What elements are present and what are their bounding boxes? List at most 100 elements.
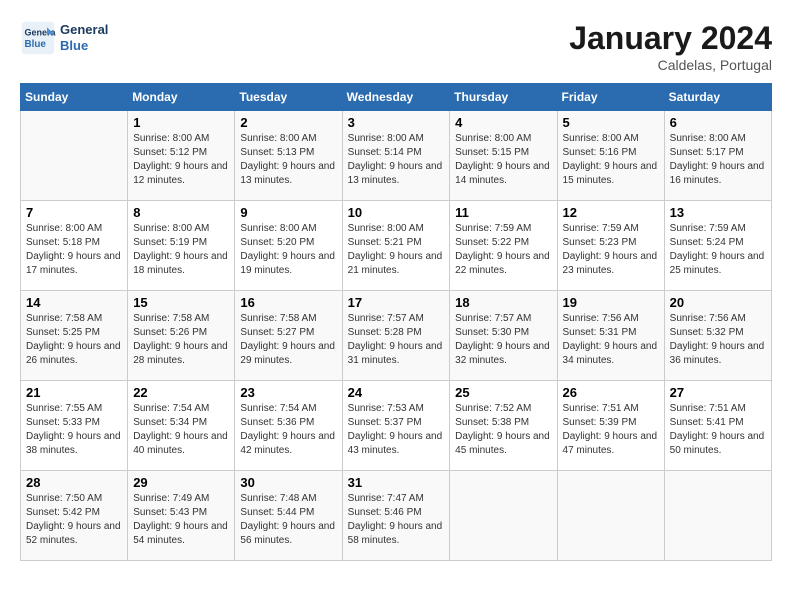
day-info: Sunrise: 7:48 AMSunset: 5:44 PMDaylight:… <box>240 492 336 548</box>
calendar-cell <box>450 471 557 561</box>
calendar-cell: 4 Sunrise: 8:00 AMSunset: 5:15 PMDaylight… <box>450 111 557 201</box>
col-header-monday: Monday <box>128 84 235 111</box>
week-row-5: 28 Sunrise: 7:50 AMSunset: 5:42 PMDayligh… <box>21 471 772 561</box>
col-header-thursday: Thursday <box>450 84 557 111</box>
calendar-cell: 28 Sunrise: 7:50 AMSunset: 5:42 PMDayligh… <box>21 471 128 561</box>
day-info: Sunrise: 7:56 AMSunset: 5:31 PMDaylight:… <box>563 312 659 368</box>
calendar-cell: 29Sunrise: 7:49 AMSunset: 5:43 PMDayligh… <box>128 471 235 561</box>
day-info: Sunrise: 7:51 AMSunset: 5:41 PMDaylight:… <box>670 402 766 458</box>
day-info: Sunrise: 8:00 AMSunset: 5:20 PMDaylight:… <box>240 222 336 278</box>
calendar-cell: 21 Sunrise: 7:55 AMSunset: 5:33 PMDayligh… <box>21 381 128 471</box>
col-header-wednesday: Wednesday <box>342 84 450 111</box>
day-number: 11 <box>455 205 551 220</box>
day-info: Sunrise: 7:59 AMSunset: 5:22 PMDaylight:… <box>455 222 551 278</box>
calendar-cell: 6 Sunrise: 8:00 AMSunset: 5:17 PMDaylight… <box>664 111 771 201</box>
day-number: 4 <box>455 115 551 130</box>
day-info: Sunrise: 7:50 AMSunset: 5:42 PMDaylight:… <box>26 492 122 548</box>
day-number: 22 <box>133 385 229 400</box>
day-number: 18 <box>455 295 551 310</box>
week-row-1: 1 Sunrise: 8:00 AMSunset: 5:12 PMDaylight… <box>21 111 772 201</box>
calendar-cell: 7Sunrise: 8:00 AMSunset: 5:18 PMDaylight… <box>21 201 128 291</box>
page-header: General Blue General Blue January 2024 C… <box>20 20 772 73</box>
calendar-cell: 3 Sunrise: 8:00 AMSunset: 5:14 PMDaylight… <box>342 111 450 201</box>
day-number: 21 <box>26 385 122 400</box>
svg-text:Blue: Blue <box>25 39 47 50</box>
day-number: 14 <box>26 295 122 310</box>
calendar-cell: 19 Sunrise: 7:56 AMSunset: 5:31 PMDayligh… <box>557 291 664 381</box>
day-number: 30 <box>240 475 336 490</box>
calendar-cell: 30 Sunrise: 7:48 AMSunset: 5:44 PMDayligh… <box>235 471 342 561</box>
day-info: Sunrise: 8:00 AMSunset: 5:12 PMDaylight:… <box>133 132 229 188</box>
day-number: 3 <box>348 115 445 130</box>
day-number: 29 <box>133 475 229 490</box>
calendar-table: SundayMondayTuesdayWednesdayThursdayFrid… <box>20 83 772 561</box>
calendar-cell: 22Sunrise: 7:54 AMSunset: 5:34 PMDayligh… <box>128 381 235 471</box>
col-header-saturday: Saturday <box>664 84 771 111</box>
day-number: 9 <box>240 205 336 220</box>
col-header-tuesday: Tuesday <box>235 84 342 111</box>
day-info: Sunrise: 8:00 AMSunset: 5:17 PMDaylight:… <box>670 132 766 188</box>
day-number: 28 <box>26 475 122 490</box>
day-info: Sunrise: 8:00 AMSunset: 5:16 PMDaylight:… <box>563 132 659 188</box>
week-row-4: 21 Sunrise: 7:55 AMSunset: 5:33 PMDayligh… <box>21 381 772 471</box>
day-info: Sunrise: 7:58 AMSunset: 5:25 PMDaylight:… <box>26 312 122 368</box>
day-number: 13 <box>670 205 766 220</box>
day-info: Sunrise: 8:00 AMSunset: 5:14 PMDaylight:… <box>348 132 445 188</box>
logo: General Blue General Blue <box>20 20 108 56</box>
calendar-cell: 12 Sunrise: 7:59 AMSunset: 5:23 PMDayligh… <box>557 201 664 291</box>
day-info: Sunrise: 7:59 AMSunset: 5:24 PMDaylight:… <box>670 222 766 278</box>
calendar-cell <box>664 471 771 561</box>
calendar-cell: 25 Sunrise: 7:52 AMSunset: 5:38 PMDayligh… <box>450 381 557 471</box>
day-info: Sunrise: 7:57 AMSunset: 5:28 PMDaylight:… <box>348 312 445 368</box>
calendar-cell: 5 Sunrise: 8:00 AMSunset: 5:16 PMDaylight… <box>557 111 664 201</box>
calendar-cell: 8Sunrise: 8:00 AMSunset: 5:19 PMDaylight… <box>128 201 235 291</box>
day-number: 6 <box>670 115 766 130</box>
day-number: 27 <box>670 385 766 400</box>
calendar-cell: 16Sunrise: 7:58 AMSunset: 5:27 PMDayligh… <box>235 291 342 381</box>
calendar-cell: 23Sunrise: 7:54 AMSunset: 5:36 PMDayligh… <box>235 381 342 471</box>
calendar-cell: 14 Sunrise: 7:58 AMSunset: 5:25 PMDayligh… <box>21 291 128 381</box>
calendar-cell <box>557 471 664 561</box>
day-info: Sunrise: 7:51 AMSunset: 5:39 PMDaylight:… <box>563 402 659 458</box>
calendar-subtitle: Caldelas, Portugal <box>569 57 772 73</box>
day-info: Sunrise: 7:53 AMSunset: 5:37 PMDaylight:… <box>348 402 445 458</box>
day-number: 1 <box>133 115 229 130</box>
day-number: 24 <box>348 385 445 400</box>
calendar-title: January 2024 <box>569 20 772 57</box>
day-info: Sunrise: 7:59 AMSunset: 5:23 PMDaylight:… <box>563 222 659 278</box>
day-info: Sunrise: 8:00 AMSunset: 5:21 PMDaylight:… <box>348 222 445 278</box>
day-info: Sunrise: 7:52 AMSunset: 5:38 PMDaylight:… <box>455 402 551 458</box>
week-row-3: 14 Sunrise: 7:58 AMSunset: 5:25 PMDayligh… <box>21 291 772 381</box>
calendar-cell: 9 Sunrise: 8:00 AMSunset: 5:20 PMDaylight… <box>235 201 342 291</box>
day-number: 23 <box>240 385 336 400</box>
day-number: 25 <box>455 385 551 400</box>
calendar-cell: 15Sunrise: 7:58 AMSunset: 5:26 PMDayligh… <box>128 291 235 381</box>
calendar-cell: 27 Sunrise: 7:51 AMSunset: 5:41 PMDayligh… <box>664 381 771 471</box>
day-number: 26 <box>563 385 659 400</box>
day-number: 12 <box>563 205 659 220</box>
calendar-cell: 1 Sunrise: 8:00 AMSunset: 5:12 PMDaylight… <box>128 111 235 201</box>
calendar-cell: 17 Sunrise: 7:57 AMSunset: 5:28 PMDayligh… <box>342 291 450 381</box>
calendar-cell: 10Sunrise: 8:00 AMSunset: 5:21 PMDayligh… <box>342 201 450 291</box>
day-number: 15 <box>133 295 229 310</box>
logo-line2: Blue <box>60 38 108 54</box>
calendar-cell: 13 Sunrise: 7:59 AMSunset: 5:24 PMDayligh… <box>664 201 771 291</box>
day-number: 2 <box>240 115 336 130</box>
day-number: 8 <box>133 205 229 220</box>
day-number: 7 <box>26 205 122 220</box>
calendar-cell <box>21 111 128 201</box>
day-info: Sunrise: 7:55 AMSunset: 5:33 PMDaylight:… <box>26 402 122 458</box>
logo-line1: General <box>60 22 108 38</box>
day-info: Sunrise: 7:58 AMSunset: 5:27 PMDaylight:… <box>240 312 336 368</box>
calendar-cell: 18Sunrise: 7:57 AMSunset: 5:30 PMDayligh… <box>450 291 557 381</box>
day-info: Sunrise: 8:00 AMSunset: 5:15 PMDaylight:… <box>455 132 551 188</box>
day-number: 19 <box>563 295 659 310</box>
calendar-cell: 31Sunrise: 7:47 AMSunset: 5:46 PMDayligh… <box>342 471 450 561</box>
day-number: 5 <box>563 115 659 130</box>
calendar-cell: 2 Sunrise: 8:00 AMSunset: 5:13 PMDaylight… <box>235 111 342 201</box>
header-row: SundayMondayTuesdayWednesdayThursdayFrid… <box>21 84 772 111</box>
day-number: 17 <box>348 295 445 310</box>
calendar-cell: 11 Sunrise: 7:59 AMSunset: 5:22 PMDayligh… <box>450 201 557 291</box>
calendar-cell: 26 Sunrise: 7:51 AMSunset: 5:39 PMDayligh… <box>557 381 664 471</box>
day-info: Sunrise: 8:00 AMSunset: 5:13 PMDaylight:… <box>240 132 336 188</box>
